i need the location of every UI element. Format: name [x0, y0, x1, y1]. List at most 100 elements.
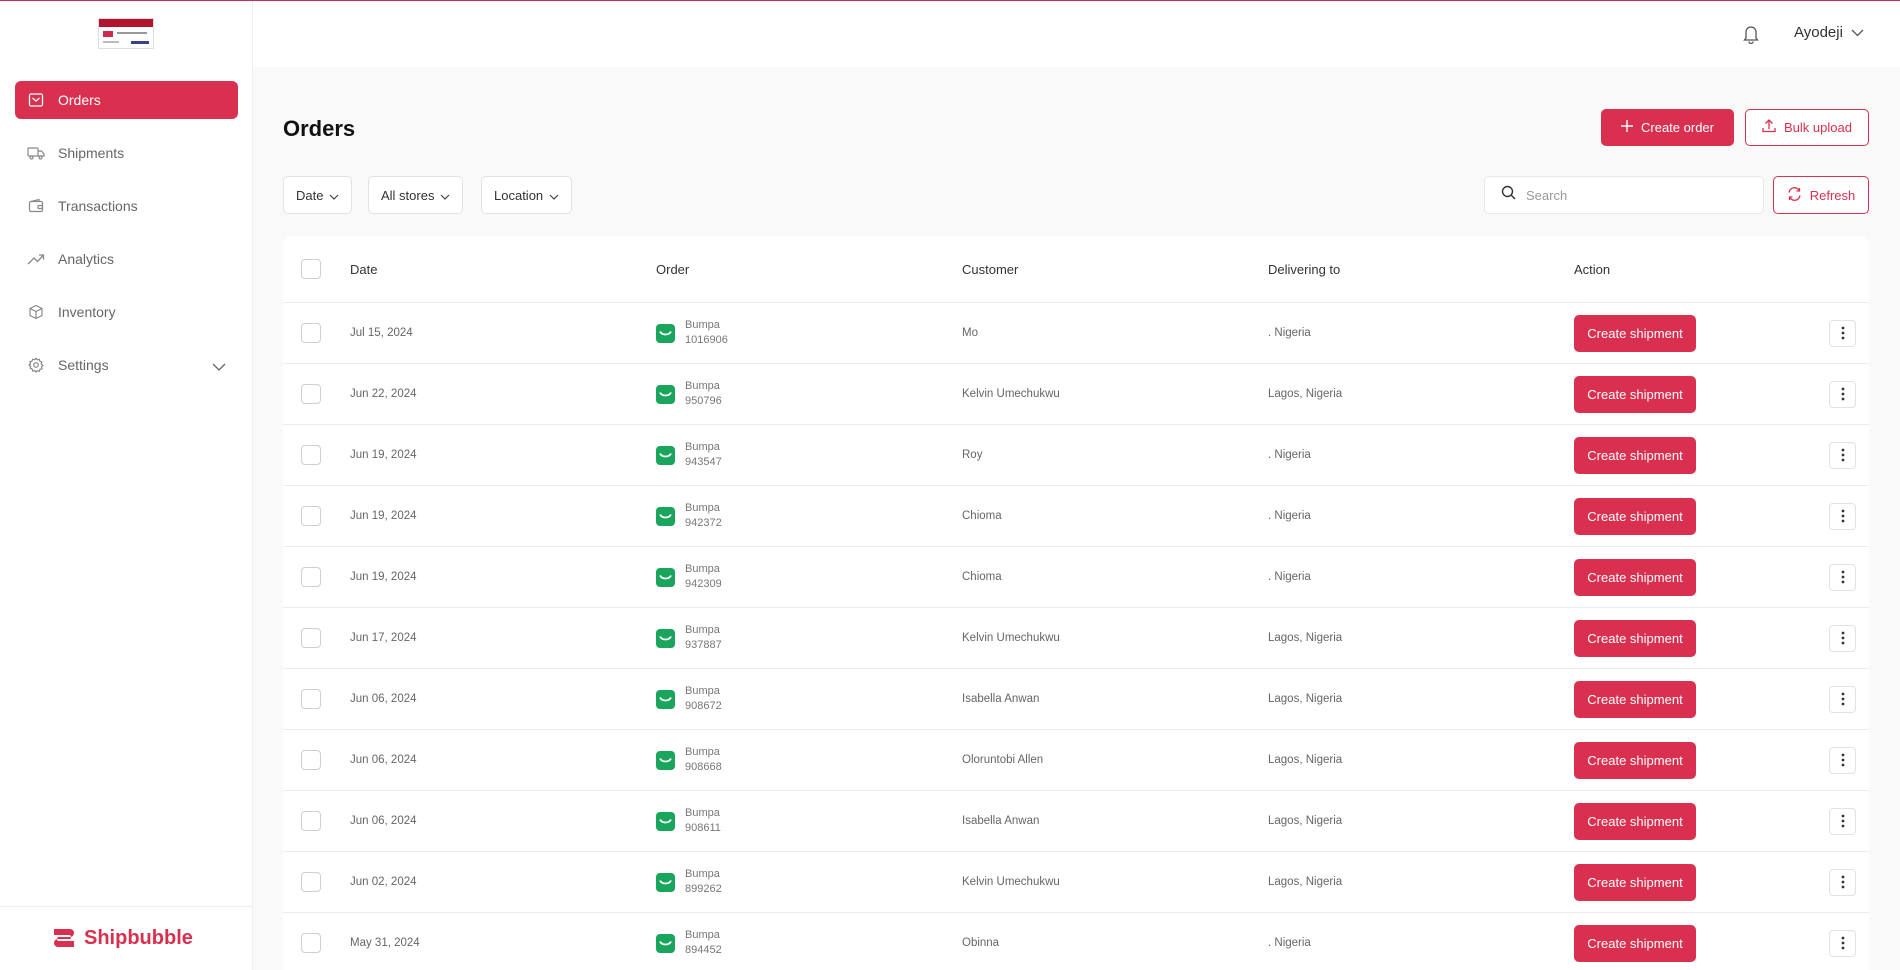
row-checkbox[interactable]: [301, 628, 321, 648]
sidebar-item-transactions[interactable]: Transactions: [15, 187, 238, 225]
row-checkbox[interactable]: [301, 689, 321, 709]
stores-filter[interactable]: All stores: [368, 176, 464, 214]
more-options-icon[interactable]: [1829, 319, 1856, 347]
refresh-button[interactable]: Refresh: [1773, 176, 1869, 214]
row-checkbox[interactable]: [301, 567, 321, 587]
sidebar: Orders Shipments Transactions Analytics …: [0, 1, 253, 970]
row-date: Jun 19, 2024: [350, 449, 417, 461]
more-options-icon[interactable]: [1829, 380, 1856, 408]
create-shipment-button[interactable]: Create shipment: [1574, 436, 1696, 474]
create-order-button[interactable]: Create order: [1601, 109, 1734, 146]
row-checkbox[interactable]: [301, 384, 321, 404]
column-header-order[interactable]: Order: [656, 262, 689, 277]
column-header-customer[interactable]: Customer: [962, 262, 1018, 277]
bulk-upload-button[interactable]: Bulk upload: [1745, 109, 1869, 146]
create-shipment-button[interactable]: Create shipment: [1574, 558, 1696, 596]
table-row: Jun 06, 2024 Bumpa 908672 Isabella Anwan…: [283, 669, 1869, 730]
row-order[interactable]: Bumpa 943547: [656, 440, 722, 470]
row-order[interactable]: Bumpa 908611: [656, 806, 721, 836]
row-delivering-to: Lagos, Nigeria: [1268, 754, 1342, 766]
company-logo[interactable]: [98, 18, 154, 49]
row-checkbox[interactable]: [301, 506, 321, 526]
search-box[interactable]: [1484, 176, 1764, 214]
row-store-name: Bumpa: [685, 319, 720, 331]
sidebar-item-analytics[interactable]: Analytics: [15, 240, 238, 278]
brand-name-part2: bubble: [127, 926, 193, 949]
column-header-date[interactable]: Date: [350, 262, 377, 277]
create-shipment-button[interactable]: Create shipment: [1574, 680, 1696, 718]
date-filter[interactable]: Date: [283, 176, 353, 214]
row-order-id: 950796: [685, 395, 722, 407]
bell-icon[interactable]: [1742, 24, 1760, 49]
row-order[interactable]: Bumpa 942309: [656, 562, 722, 592]
row-delivering-to: . Nigeria: [1268, 449, 1311, 461]
brand-name-part1: Ship: [84, 926, 128, 949]
row-date: Jun 02, 2024: [350, 876, 417, 888]
row-date: Jul 15, 2024: [350, 327, 413, 339]
location-filter[interactable]: Location: [481, 176, 573, 214]
row-date: May 31, 2024: [350, 937, 420, 949]
create-shipment-button[interactable]: Create shipment: [1574, 741, 1696, 779]
refresh-label: Refresh: [1809, 187, 1856, 203]
row-order[interactable]: Bumpa 894452: [656, 928, 722, 958]
row-destination: Nigeria: [1271, 937, 1311, 949]
select-all-checkbox[interactable]: [301, 259, 321, 279]
bulk-upload-label: Bulk upload: [1784, 120, 1852, 135]
row-checkbox[interactable]: [301, 445, 321, 465]
row-order[interactable]: Bumpa 937887: [656, 623, 722, 653]
row-checkbox[interactable]: [301, 872, 321, 892]
row-checkbox[interactable]: [301, 933, 321, 953]
row-date: Jun 22, 2024: [350, 388, 417, 400]
row-delivering-to: Lagos, Nigeria: [1268, 632, 1342, 644]
table-row: Jun 22, 2024 Bumpa 950796 Kelvin Umechuk…: [283, 364, 1869, 425]
create-shipment-button[interactable]: Create shipment: [1574, 375, 1696, 413]
row-delivering-to: Lagos, Nigeria: [1268, 693, 1342, 705]
row-checkbox[interactable]: [301, 811, 321, 831]
row-store-name: Bumpa: [685, 563, 720, 575]
create-shipment-button[interactable]: Create shipment: [1574, 619, 1696, 657]
create-shipment-button[interactable]: Create shipment: [1574, 924, 1696, 962]
row-order[interactable]: Bumpa 1016906: [656, 318, 728, 348]
row-order[interactable]: Bumpa 908668: [656, 745, 722, 775]
more-options-icon[interactable]: [1829, 502, 1856, 530]
create-shipment-button[interactable]: Create shipment: [1574, 863, 1696, 901]
more-options-icon[interactable]: [1829, 624, 1856, 652]
more-options-icon[interactable]: [1829, 868, 1856, 896]
row-order[interactable]: Bumpa 908672: [656, 684, 722, 714]
column-header-delivering-to[interactable]: Delivering to: [1268, 262, 1340, 277]
more-options-icon[interactable]: [1829, 746, 1856, 774]
row-delivering-to: Lagos, Nigeria: [1268, 876, 1342, 888]
chevron-down-icon[interactable]: [212, 358, 226, 374]
search-input[interactable]: [1526, 187, 1746, 203]
row-order[interactable]: Bumpa 942372: [656, 501, 722, 531]
row-customer: Isabella Anwan: [962, 815, 1040, 827]
chevron-down-icon: [440, 188, 450, 203]
sidebar-item-orders[interactable]: Orders: [15, 81, 238, 119]
more-options-icon[interactable]: [1829, 929, 1856, 957]
row-customer: Kelvin Umechukwu: [962, 876, 1060, 888]
more-options-icon[interactable]: [1829, 685, 1856, 713]
row-store-name: Bumpa: [685, 685, 720, 697]
row-delivering-to: . Nigeria: [1268, 510, 1311, 522]
user-menu[interactable]: Ayodeji: [1794, 24, 1864, 41]
sidebar-item-shipments[interactable]: Shipments: [15, 134, 238, 172]
more-options-icon[interactable]: [1829, 807, 1856, 835]
more-options-icon[interactable]: [1829, 441, 1856, 469]
more-options-icon[interactable]: [1829, 563, 1856, 591]
table-row: May 31, 2024 Bumpa 894452 Obinna . Niger…: [283, 913, 1869, 970]
create-shipment-button[interactable]: Create shipment: [1574, 802, 1696, 840]
row-delivering-to: . Nigeria: [1268, 571, 1311, 583]
sidebar-item-label: Transactions: [58, 198, 138, 214]
create-shipment-button[interactable]: Create shipment: [1574, 314, 1696, 352]
sidebar-item-settings[interactable]: Settings: [15, 346, 238, 384]
row-checkbox[interactable]: [301, 323, 321, 343]
shipbubble-logo-icon: [50, 926, 78, 950]
row-order[interactable]: Bumpa 950796: [656, 379, 722, 409]
row-order[interactable]: Bumpa 899262: [656, 867, 722, 897]
sidebar-item-inventory[interactable]: Inventory: [15, 293, 238, 331]
row-date: Jun 06, 2024: [350, 815, 417, 827]
create-shipment-button[interactable]: Create shipment: [1574, 497, 1696, 535]
brand-logo: Ship bubble: [50, 926, 193, 950]
row-checkbox[interactable]: [301, 750, 321, 770]
row-customer: Kelvin Umechukwu: [962, 632, 1060, 644]
